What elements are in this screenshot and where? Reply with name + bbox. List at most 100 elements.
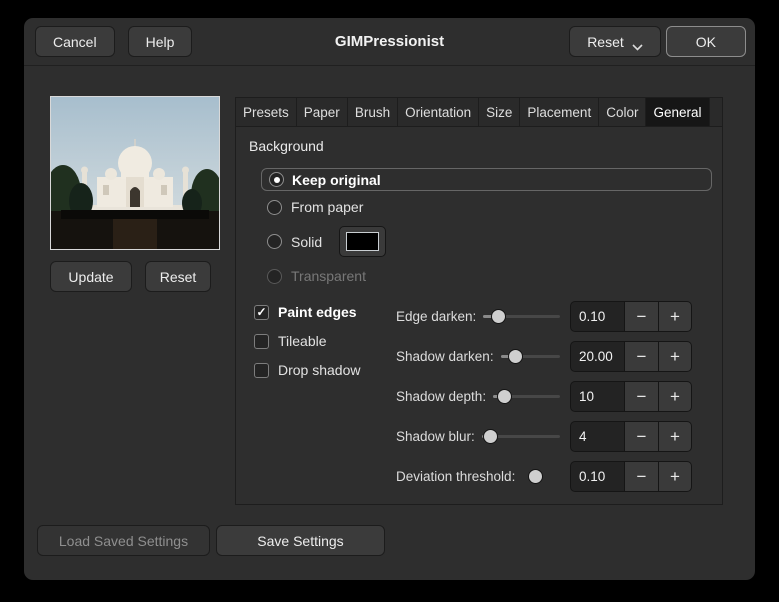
radio-label: Solid <box>291 233 323 250</box>
plus-icon: + <box>670 306 680 326</box>
checkbox-unchecked-icon[interactable] <box>254 333 269 349</box>
checkbox-paint-edges[interactable]: ✓ Paint edges <box>254 304 357 320</box>
radio-button-icon[interactable] <box>267 234 282 249</box>
shadow-darken-slider[interactable] <box>499 341 562 372</box>
dialog-header: Cancel Help GIMPressionist Reset OK <box>24 18 755 66</box>
minus-icon: − <box>636 306 647 326</box>
slider-knob[interactable] <box>508 349 524 364</box>
shadow-depth-spin: 10 − + <box>570 381 692 412</box>
increment-button[interactable]: + <box>658 341 692 372</box>
preview-reset-button[interactable]: Reset <box>145 261 211 292</box>
increment-button[interactable]: + <box>658 461 692 492</box>
shadow-darken-value[interactable]: 20.00 <box>570 341 624 372</box>
decrement-button[interactable]: − <box>624 421 658 452</box>
deviation-threshold-slider[interactable] <box>520 461 562 492</box>
decrement-button[interactable]: − <box>624 381 658 412</box>
edge-darken-row: Edge darken: 0.10 − + <box>396 301 692 332</box>
tab-orientation[interactable]: Orientation <box>398 98 480 127</box>
ok-button[interactable]: OK <box>665 26 746 57</box>
checkbox-drop-shadow[interactable]: Drop shadow <box>254 362 361 378</box>
radio-label: Transparent <box>291 268 366 284</box>
checkbox-label: Paint edges <box>278 304 357 320</box>
decrement-button[interactable]: − <box>624 461 658 492</box>
increment-button[interactable]: + <box>658 421 692 452</box>
minus-icon: − <box>636 426 647 446</box>
tab-color[interactable]: Color <box>599 98 647 127</box>
radio-solid[interactable]: Solid <box>267 226 387 257</box>
shadow-blur-row: Shadow blur: 4 − + <box>396 421 692 452</box>
taj-mahal-preview <box>51 97 219 249</box>
plus-icon: + <box>670 466 680 486</box>
shadow-darken-spin: 20.00 − + <box>570 341 692 372</box>
radio-button-icon <box>267 268 282 284</box>
radio-label: From paper <box>291 199 364 215</box>
radio-transparent: Transparent <box>267 268 366 284</box>
decrement-button[interactable]: − <box>624 301 658 332</box>
load-saved-settings-button: Load Saved Settings <box>37 525 210 556</box>
shadow-depth-row: Shadow depth: 10 − + <box>396 381 692 412</box>
deviation-threshold-label: Deviation threshold: <box>396 469 516 484</box>
minus-icon: − <box>636 346 647 366</box>
help-button[interactable]: Help <box>127 26 193 57</box>
radio-label: Keep original <box>292 171 381 188</box>
checkbox-unchecked-icon[interactable] <box>254 362 269 378</box>
minus-icon: − <box>636 466 647 486</box>
background-section-title: Background <box>249 138 324 154</box>
checkbox-label: Drop shadow <box>278 362 361 378</box>
shadow-darken-label: Shadow darken: <box>396 349 494 364</box>
radio-from-paper[interactable]: From paper <box>267 199 363 215</box>
tab-brush[interactable]: Brush <box>348 98 399 127</box>
minus-icon: − <box>636 386 647 406</box>
decrement-button[interactable]: − <box>624 341 658 372</box>
shadow-depth-value[interactable]: 10 <box>570 381 624 412</box>
tab-filler <box>710 98 723 127</box>
preview-actions: Update Reset <box>50 261 211 292</box>
shadow-depth-slider[interactable] <box>491 381 562 412</box>
edge-darken-slider[interactable] <box>481 301 562 332</box>
deviation-threshold-value[interactable]: 0.10 <box>570 461 624 492</box>
slider-knob[interactable] <box>496 389 512 404</box>
slider-group: Edge darken: 0.10 − + Shadow darken: 20.… <box>396 301 692 501</box>
increment-button[interactable]: + <box>658 301 692 332</box>
radio-button-icon[interactable] <box>269 172 284 187</box>
slider-knob[interactable] <box>483 429 499 444</box>
plus-icon: + <box>670 346 680 366</box>
edge-darken-label: Edge darken: <box>396 309 477 324</box>
shadow-depth-label: Shadow depth: <box>396 389 487 404</box>
check-icon: ✓ <box>256 305 267 319</box>
increment-button[interactable]: + <box>658 381 692 412</box>
radio-button-icon[interactable] <box>267 199 282 215</box>
shadow-blur-label: Shadow blur: <box>396 429 475 444</box>
plus-icon: + <box>670 386 680 406</box>
dialog-title: GIMPressionist <box>334 33 445 50</box>
slider-knob[interactable] <box>528 469 544 484</box>
checkbox-label: Tileable <box>278 333 327 349</box>
shadow-darken-row: Shadow darken: 20.00 − + <box>396 341 692 372</box>
save-settings-button[interactable]: Save Settings <box>216 525 385 556</box>
edge-darken-value[interactable]: 0.10 <box>570 301 624 332</box>
radio-keep-original[interactable]: Keep original <box>261 168 712 191</box>
checkbox-checked-icon[interactable]: ✓ <box>254 304 269 320</box>
settings-tabs: Presets Paper Brush Orientation Size Pla… <box>235 97 723 127</box>
reset-menu-label: Reset <box>587 33 624 50</box>
checkbox-tileable[interactable]: Tileable <box>254 333 327 349</box>
solid-color-button[interactable] <box>339 226 387 257</box>
tab-presets[interactable]: Presets <box>236 98 297 127</box>
slider-knob[interactable] <box>490 309 506 324</box>
tab-size[interactable]: Size <box>479 98 521 127</box>
tab-general[interactable]: General <box>646 98 710 127</box>
shadow-blur-slider[interactable] <box>480 421 562 452</box>
general-panel: Background Keep original From paper Soli… <box>235 126 723 505</box>
shadow-blur-spin: 4 − + <box>570 421 692 452</box>
plus-icon: + <box>670 426 680 446</box>
update-button[interactable]: Update <box>50 261 132 292</box>
tab-paper[interactable]: Paper <box>297 98 348 127</box>
reset-menu-button[interactable]: Reset <box>569 26 661 57</box>
shadow-blur-value[interactable]: 4 <box>570 421 624 452</box>
edge-darken-spin: 0.10 − + <box>570 301 692 332</box>
tab-placement[interactable]: Placement <box>520 98 600 127</box>
gimpressionist-dialog: Cancel Help GIMPressionist Reset OK Upda… <box>24 18 755 580</box>
preview-image <box>50 96 220 250</box>
cancel-button[interactable]: Cancel <box>35 26 115 57</box>
color-swatch <box>346 232 380 251</box>
